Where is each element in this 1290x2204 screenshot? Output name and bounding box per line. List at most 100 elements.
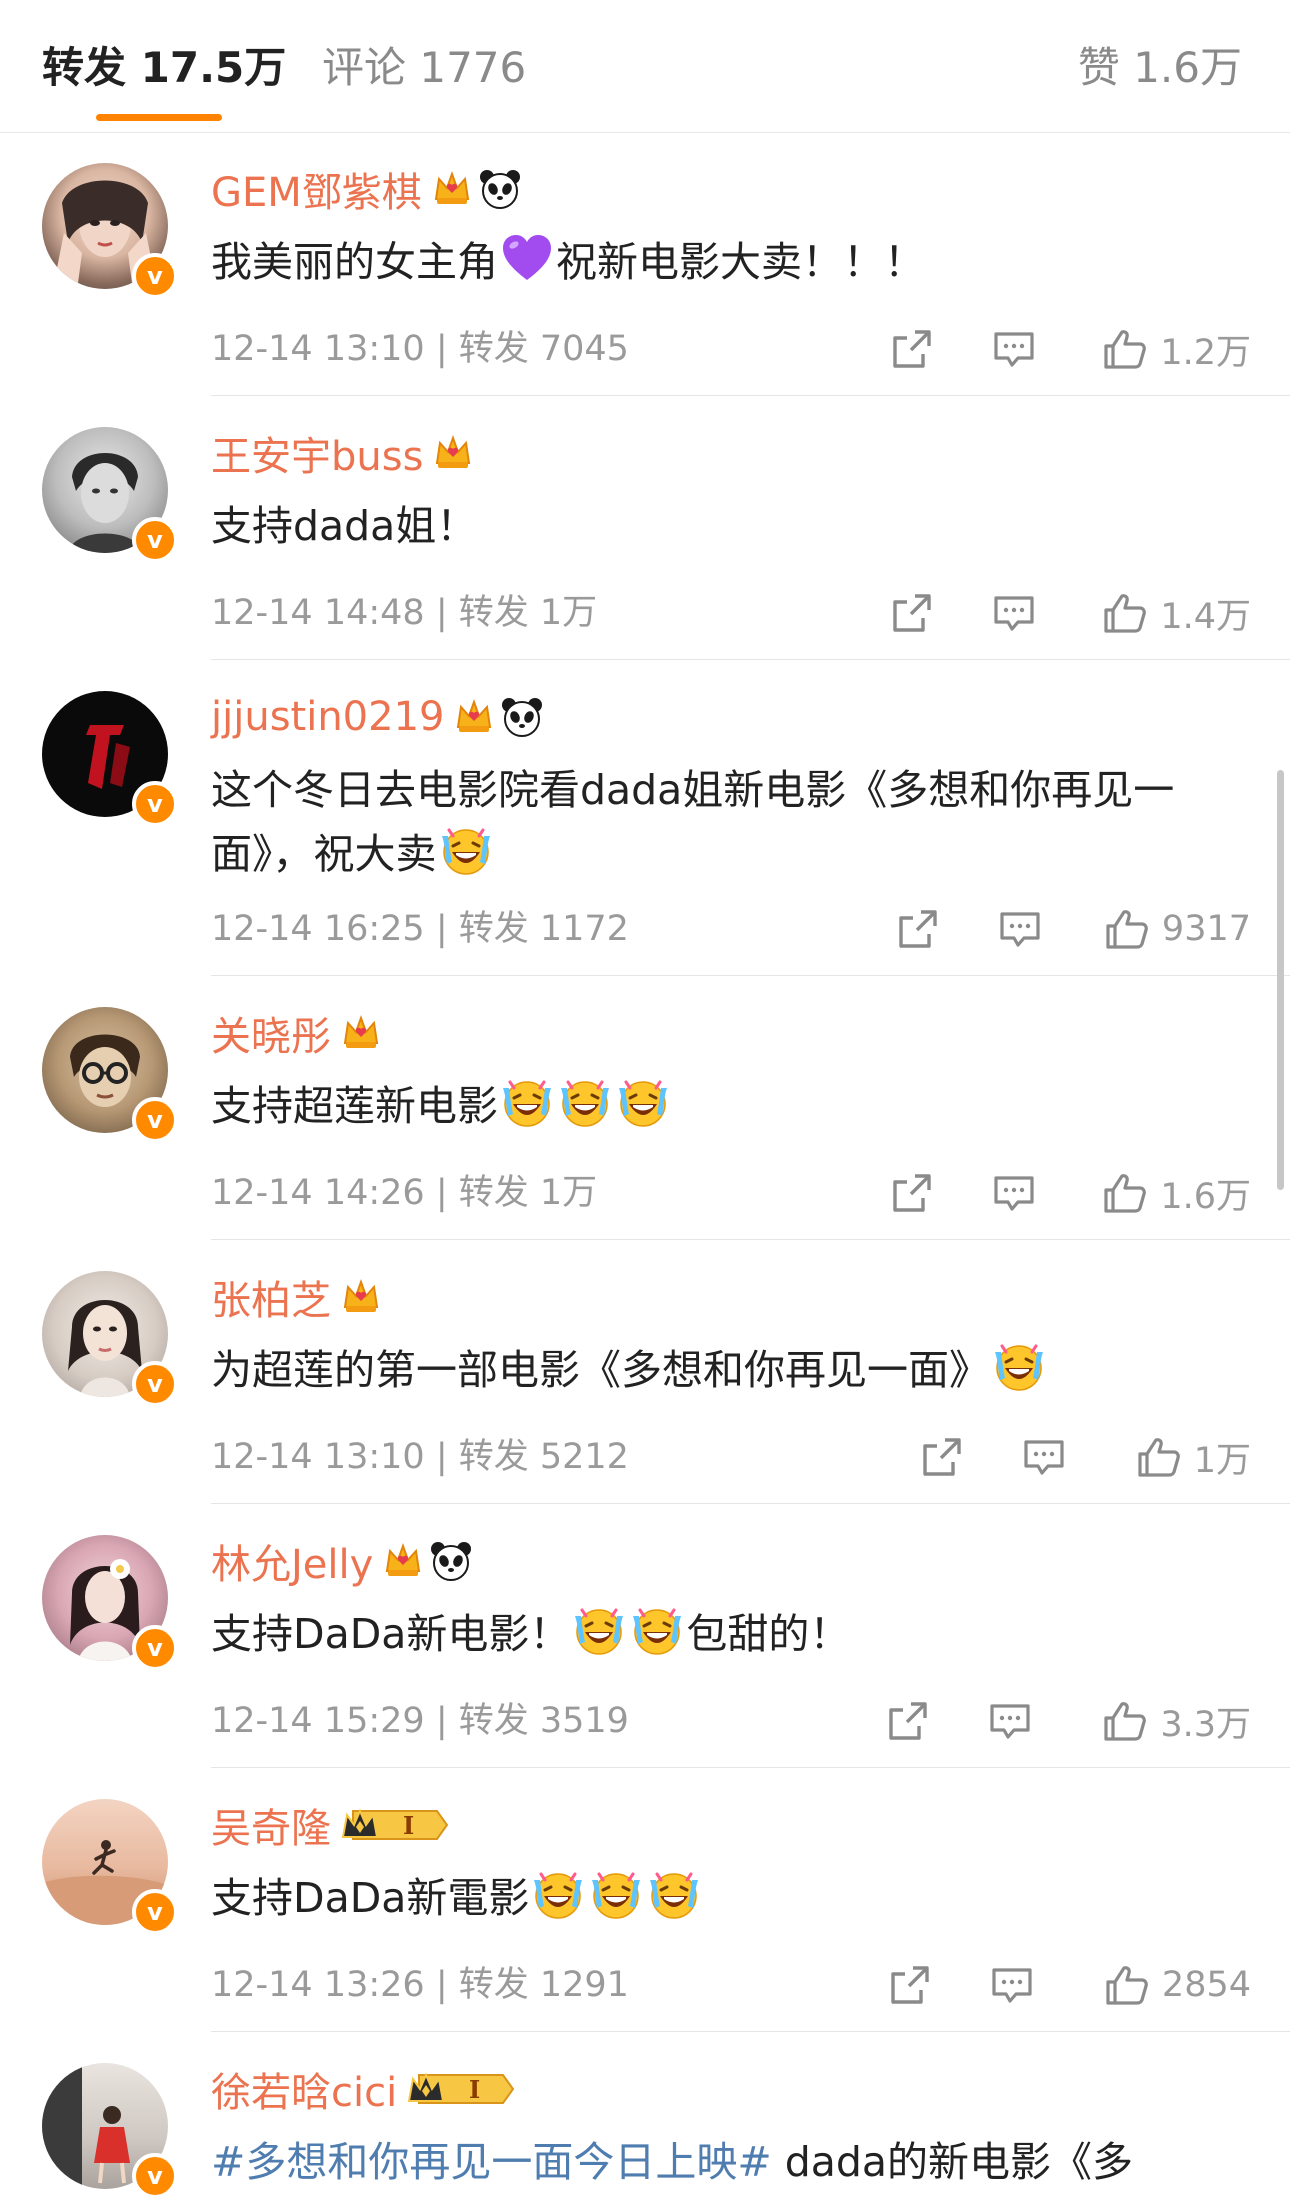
like-count: 1.6万 bbox=[1160, 1176, 1251, 1217]
comment-text-part: 支持超莲新电影 bbox=[211, 1082, 498, 1130]
active-tab-indicator bbox=[96, 114, 222, 121]
laugh-cry-emoji bbox=[589, 1868, 643, 1922]
share-icon[interactable] bbox=[887, 1962, 933, 2008]
verified-badge: v bbox=[132, 1625, 178, 1671]
comment-icon[interactable] bbox=[989, 1962, 1035, 2008]
tab-like[interactable]: 赞 1.6万 bbox=[1078, 40, 1242, 96]
verified-badge: v bbox=[132, 1097, 178, 1143]
timestamp-repost: 12-14 15:29 | 转发 3519 bbox=[211, 1701, 629, 1741]
like-icon bbox=[1136, 1434, 1182, 1480]
verified-badge: v bbox=[132, 1361, 178, 1407]
comment-icon[interactable] bbox=[997, 906, 1043, 952]
laugh-cry-emoji bbox=[992, 1340, 1046, 1394]
comment-text-part: dada的新电影《多 bbox=[771, 2138, 1134, 2186]
name-line: 林允Jelly bbox=[211, 1532, 473, 1590]
like-button[interactable]: 1.2万 bbox=[1102, 324, 1251, 374]
laugh-cry-emoji bbox=[531, 1868, 585, 1922]
panda-icon bbox=[478, 167, 522, 211]
comment-text: 支持DaDa新电影！ 包甜的！ bbox=[211, 1602, 1251, 1666]
comment-text-part: 这个冬日去电影院看dada姐新电影《多想和你再见一面》，祝大卖 bbox=[211, 766, 1175, 878]
avatar[interactable]: v bbox=[42, 1535, 178, 1671]
share-icon[interactable] bbox=[895, 906, 941, 952]
avatar[interactable]: v bbox=[42, 427, 178, 563]
laugh-cry-emoji bbox=[500, 1076, 554, 1130]
comment-row: v 王安宇buss 支持dada姐！ 12-14 14:48 | 转发 1万 1… bbox=[0, 396, 1290, 660]
comment-row: v 徐若晗cici I #多想和你再见一面今日上映# dada的新电影《多 bbox=[0, 2032, 1290, 2204]
like-button[interactable]: 1.4万 bbox=[1102, 588, 1251, 638]
user-name[interactable]: GEM鄧紫棋 bbox=[211, 160, 422, 218]
like-button[interactable]: 2854 bbox=[1104, 1960, 1251, 2010]
like-icon bbox=[1102, 1170, 1148, 1216]
like-button[interactable]: 3.3万 bbox=[1102, 1696, 1251, 1746]
comment-text-part: 为超莲的第一部电影《多想和你再见一面》 bbox=[211, 1346, 990, 1394]
laugh-cry-emoji bbox=[558, 1076, 612, 1130]
laugh-cry-emoji bbox=[630, 1604, 684, 1658]
crown-icon bbox=[433, 433, 473, 473]
tab-repost[interactable]: 转发 17.5万 bbox=[42, 40, 286, 96]
level-1-icon: I bbox=[341, 1808, 449, 1840]
like-button[interactable]: 1万 bbox=[1136, 1432, 1251, 1482]
comment-text: 支持dada姐！ bbox=[211, 494, 1251, 558]
comment-text-part: 包甜的！ bbox=[686, 1610, 851, 1658]
comment-icon[interactable] bbox=[991, 1170, 1037, 1216]
name-line: 张柏芝 bbox=[211, 1268, 381, 1326]
name-line: 徐若晗cici I bbox=[211, 2060, 517, 2118]
share-icon[interactable] bbox=[919, 1434, 965, 1480]
avatar[interactable]: v bbox=[42, 1799, 178, 1935]
share-icon[interactable] bbox=[889, 590, 935, 636]
user-name[interactable]: 吴奇隆 bbox=[211, 1796, 331, 1854]
comment-icon[interactable] bbox=[1021, 1434, 1067, 1480]
meta-line: 12-14 13:26 | 转发 1291 2854 bbox=[211, 1960, 1251, 2010]
timestamp-repost: 12-14 14:48 | 转发 1万 bbox=[211, 593, 598, 633]
comment-text: 我美丽的女主角 祝新电影大卖！！！ bbox=[211, 230, 1251, 294]
user-name[interactable]: jjjustin0219 bbox=[211, 694, 444, 740]
avatar[interactable]: v bbox=[42, 1271, 178, 1407]
like-icon bbox=[1104, 906, 1150, 952]
comment-icon[interactable] bbox=[991, 590, 1037, 636]
user-name[interactable]: 张柏芝 bbox=[211, 1268, 331, 1326]
comment-icon[interactable] bbox=[991, 326, 1037, 372]
share-icon[interactable] bbox=[885, 1698, 931, 1744]
verified-badge: v bbox=[132, 1889, 178, 1935]
comment-row: v 林允Jelly 支持DaDa新电影！ 包甜的！ 12-14 15:29 | 转… bbox=[0, 1504, 1290, 1768]
comment-row: v 关晓彤 支持超莲新电影 12-14 14:26 | 转发 1万 1.6万 bbox=[0, 976, 1290, 1240]
comment-row: v 张柏芝 为超莲的第一部电影《多想和你再见一面》 12-14 13:10 | … bbox=[0, 1240, 1290, 1504]
user-name[interactable]: 关晓彤 bbox=[211, 1004, 331, 1062]
avatar[interactable]: v bbox=[42, 691, 178, 827]
user-name[interactable]: 徐若晗cici bbox=[211, 2060, 397, 2118]
hashtag-link[interactable]: #多想和你再见一面今日上映# bbox=[211, 2138, 772, 2186]
meta-line: 12-14 13:10 | 转发 7045 1.2万 bbox=[211, 324, 1251, 374]
name-line: 王安宇buss bbox=[211, 424, 473, 482]
like-count: 2854 bbox=[1161, 1965, 1251, 2005]
meta-line: 12-14 15:29 | 转发 3519 3.3万 bbox=[211, 1696, 1251, 1746]
level-number: I bbox=[403, 1811, 414, 1840]
like-button[interactable]: 1.6万 bbox=[1102, 1168, 1251, 1218]
verified-badge: v bbox=[132, 781, 178, 827]
like-count: 1.2万 bbox=[1160, 332, 1251, 373]
comment-text-part: 我美丽的女主角 bbox=[211, 238, 498, 286]
like-button[interactable]: 9317 bbox=[1104, 904, 1251, 954]
avatar[interactable]: v bbox=[42, 1007, 178, 1143]
share-icon[interactable] bbox=[889, 326, 935, 372]
avatar[interactable]: v bbox=[42, 2063, 178, 2199]
purple-heart-icon bbox=[500, 232, 554, 286]
timestamp-repost: 12-14 16:25 | 转发 1172 bbox=[211, 909, 629, 949]
comment-icon[interactable] bbox=[987, 1698, 1033, 1744]
comment-row: v jjjustin0219 这个冬日去电影院看dada姐新电影《多想和你再见一… bbox=[0, 660, 1290, 976]
user-name[interactable]: 王安宇buss bbox=[211, 424, 423, 482]
verified-badge: v bbox=[132, 517, 178, 563]
name-line: GEM鄧紫棋 bbox=[211, 160, 522, 218]
laugh-cry-emoji bbox=[647, 1868, 701, 1922]
meta-line: 12-14 13:10 | 转发 5212 1万 bbox=[211, 1432, 1251, 1482]
comment-row: v 吴奇隆 I 支持DaDa新電影 12-14 13:26 | 转发 1291 … bbox=[0, 1768, 1290, 2032]
comment-text-part: 支持DaDa新電影 bbox=[211, 1874, 530, 1922]
share-icon[interactable] bbox=[889, 1170, 935, 1216]
tab-bar: 转发 17.5万 评论 1776 赞 1.6万 bbox=[0, 0, 1290, 133]
verified-badge: v bbox=[132, 2153, 178, 2199]
avatar[interactable]: v bbox=[42, 163, 178, 299]
scrollbar[interactable] bbox=[1277, 770, 1284, 1190]
tab-comment[interactable]: 评论 1776 bbox=[322, 40, 526, 96]
timestamp-repost: 12-14 13:10 | 转发 7045 bbox=[211, 329, 629, 369]
user-name[interactable]: 林允Jelly bbox=[211, 1532, 373, 1590]
panda-icon bbox=[429, 1539, 473, 1583]
